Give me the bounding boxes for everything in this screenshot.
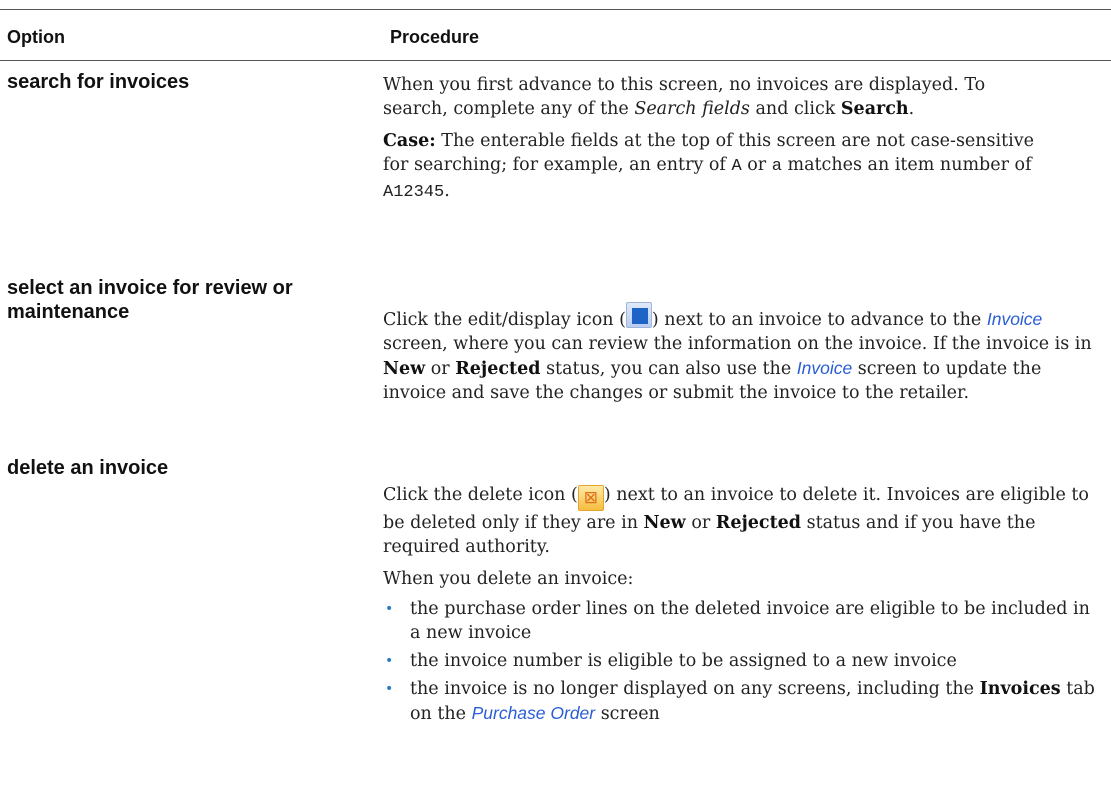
bullet-dot-icon: •: [385, 653, 394, 669]
delete-intro: When you delete an invoice:: [383, 569, 634, 589]
option-search-invoices: search for invoices: [7, 71, 190, 93]
delete-icon[interactable]: ⊠: [577, 485, 604, 511]
case-label: Case:: [383, 131, 436, 151]
invoice-link[interactable]: Invoice: [987, 309, 1042, 329]
delete-paragraph: Click the delete icon (⊠) next to an inv…: [383, 483, 1103, 559]
list-item: • the purchase order lines on the deleted…: [383, 597, 1103, 645]
invoice-link[interactable]: Invoice: [797, 358, 852, 378]
bullet-dot-icon: •: [385, 601, 394, 617]
header-rule: [0, 60, 1111, 61]
procedure-delete-invoice: Click the delete icon (⊠) next to an inv…: [383, 483, 1103, 726]
case-note-paragraph: Case: The enterable fields at the top of…: [383, 129, 1043, 205]
status-new: New: [643, 513, 686, 533]
text: matches an item number of: [781, 155, 1032, 175]
table-top-rule: [0, 9, 1111, 10]
option-select-invoice: select an invoice for review or maintena…: [7, 277, 293, 323]
status-rejected: Rejected: [715, 513, 802, 533]
search-fields-emphasis: Search fields: [634, 99, 750, 119]
text: the purchase order lines on the deleted …: [410, 599, 1090, 643]
option-delete-invoice: delete an invoice: [7, 457, 169, 479]
invoices-tab-label: Invoices: [979, 679, 1061, 699]
text: screen, where you can review the informa…: [383, 334, 1092, 354]
text: Click the edit/display icon (: [383, 310, 626, 330]
list-item: • the invoice is no longer displayed on a…: [383, 677, 1103, 726]
list-item: • the invoice number is eligible to be as…: [383, 649, 1103, 673]
bullet-dot-icon: •: [385, 681, 394, 697]
text: or: [425, 359, 456, 379]
text: .: [444, 181, 450, 201]
search-paragraph: When you first advance to this screen, n…: [383, 73, 1043, 121]
procedure-search-invoices: When you first advance to this screen, n…: [383, 73, 1103, 205]
status-new: New: [383, 359, 426, 379]
code-sample: A: [731, 157, 742, 176]
text: or: [741, 155, 772, 175]
text: .: [908, 99, 915, 119]
text: screen: [595, 704, 660, 724]
edit-display-icon[interactable]: [625, 302, 652, 328]
code-sample: a: [771, 157, 782, 176]
procedure-select-invoice: Click the edit/display icon ( ) next to a…: [383, 302, 1103, 405]
column-header-procedure: Procedure: [390, 27, 480, 47]
text: the invoice is no longer displayed on an…: [410, 679, 980, 699]
text: status, you can also use the: [540, 359, 797, 379]
status-rejected: Rejected: [455, 359, 541, 379]
text: the invoice number is eligible to be ass…: [410, 651, 957, 671]
column-header-option: Option: [7, 27, 65, 47]
text: or: [685, 513, 716, 533]
search-button-label: Search: [840, 99, 909, 119]
text: and click: [749, 99, 841, 119]
code-sample: A12345: [383, 183, 445, 202]
purchase-order-link[interactable]: Purchase Order: [472, 703, 596, 723]
text: Click the delete icon (: [383, 485, 578, 505]
select-paragraph: Click the edit/display icon ( ) next to a…: [383, 302, 1103, 405]
delete-effects-list: • the purchase order lines on the deleted…: [383, 597, 1103, 726]
text: ) next to an invoice to advance to the: [651, 310, 987, 330]
